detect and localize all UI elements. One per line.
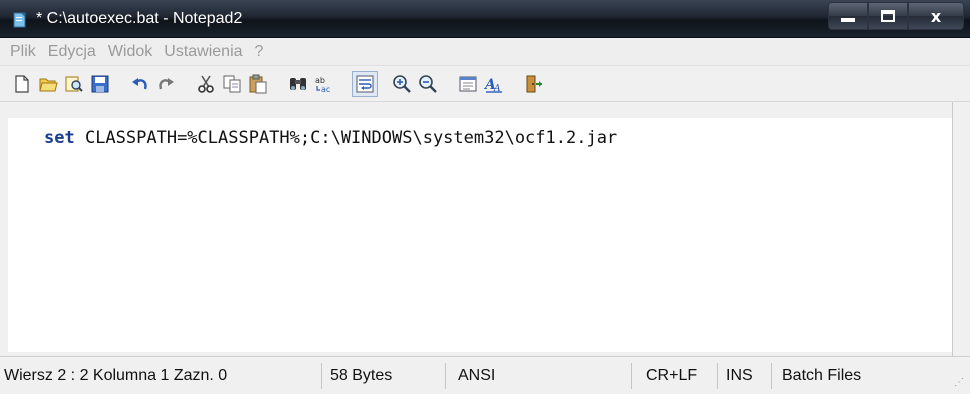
paste-icon xyxy=(249,74,267,94)
exit-button[interactable] xyxy=(524,74,544,94)
zoom-out-icon xyxy=(419,75,437,93)
status-size[interactable]: 58 Bytes xyxy=(322,363,446,389)
code-line-1[interactable]: set CLASSPATH=%CLASSPATH%;C:\WINDOWS\sys… xyxy=(44,128,617,148)
title-bar[interactable]: * C:\autoexec.bat - Notepad2 x xyxy=(0,0,970,38)
maximize-button[interactable] xyxy=(868,2,908,30)
menu-ustawienia[interactable]: Ustawienia xyxy=(158,43,248,61)
code-text: CLASSPATH=%CLASSPATH%;C:\WINDOWS\system3… xyxy=(74,128,618,148)
close-button[interactable]: x xyxy=(908,2,964,30)
line-margin xyxy=(8,118,34,352)
status-position[interactable]: Wiersz 2 : 2 Kolumna 1 Zazn. 0 xyxy=(0,363,322,389)
select-scheme-button[interactable] xyxy=(458,74,478,94)
replace-icon: ab ac xyxy=(315,76,330,94)
svg-text:ac: ac xyxy=(321,85,330,94)
open-button[interactable] xyxy=(38,74,58,94)
exit-icon xyxy=(526,75,542,93)
minimize-button[interactable] xyxy=(828,2,868,30)
close-icon: x xyxy=(930,6,942,26)
editor-frame-right xyxy=(952,102,970,356)
toolbar: ab ac A A xyxy=(0,66,970,102)
zoom-out-button[interactable] xyxy=(418,74,438,94)
zoom-in-button[interactable] xyxy=(392,74,412,94)
browse-icon xyxy=(65,76,83,92)
zoom-in-icon xyxy=(393,75,411,93)
svg-text:ab: ab xyxy=(315,76,325,85)
copy-icon xyxy=(223,75,241,93)
menu-help[interactable]: ? xyxy=(249,43,270,61)
status-line-endings[interactable]: CR+LF xyxy=(632,363,718,389)
cut-icon xyxy=(198,75,214,93)
maximize-icon xyxy=(881,10,895,22)
minimize-icon xyxy=(841,18,855,22)
undo-button[interactable] xyxy=(130,74,150,94)
paste-button[interactable] xyxy=(248,74,268,94)
window-title: * C:\autoexec.bat - Notepad2 xyxy=(36,10,243,27)
status-scheme[interactable]: Batch Files xyxy=(772,363,948,389)
new-file-button[interactable] xyxy=(12,74,32,94)
cut-button[interactable] xyxy=(196,74,216,94)
status-encoding[interactable]: ANSI xyxy=(446,363,632,389)
keyword-set: set xyxy=(44,128,75,148)
copy-button[interactable] xyxy=(222,74,242,94)
menu-edycja[interactable]: Edycja xyxy=(42,43,102,61)
word-wrap-icon xyxy=(356,75,374,93)
replace-button[interactable]: ab ac xyxy=(314,74,334,94)
redo-icon xyxy=(159,78,174,90)
open-folder-icon xyxy=(39,78,58,92)
status-bar: Wiersz 2 : 2 Kolumna 1 Zazn. 0 58 Bytes … xyxy=(0,356,970,394)
find-button[interactable] xyxy=(288,74,308,94)
resize-grip-icon[interactable]: ⋰ xyxy=(954,377,964,388)
text-editor[interactable]: set CLASSPATH=%CLASSPATH%;C:\WINDOWS\sys… xyxy=(8,118,952,352)
notepad2-window: * C:\autoexec.bat - Notepad2 x Plik Edyc… xyxy=(0,0,970,394)
menu-plik[interactable]: Plik xyxy=(4,43,42,61)
status-insert-mode[interactable]: INS xyxy=(718,363,772,389)
undo-icon xyxy=(132,78,147,90)
font-icon: A A xyxy=(484,77,502,94)
find-icon xyxy=(290,78,306,90)
save-icon xyxy=(91,75,109,93)
font-button[interactable]: A A xyxy=(484,74,504,94)
select-scheme-icon xyxy=(459,76,477,92)
menu-bar: Plik Edycja Widok Ustawienia ? xyxy=(0,38,970,66)
new-file-icon xyxy=(15,75,29,93)
word-wrap-button[interactable] xyxy=(352,71,378,97)
save-button[interactable] xyxy=(90,74,110,94)
browse-button[interactable] xyxy=(64,74,84,94)
notepad2-app-icon[interactable] xyxy=(12,12,28,28)
redo-button[interactable] xyxy=(156,74,176,94)
menu-widok[interactable]: Widok xyxy=(102,43,158,61)
editor-frame-left xyxy=(0,102,8,356)
caption-buttons: x xyxy=(828,2,964,32)
